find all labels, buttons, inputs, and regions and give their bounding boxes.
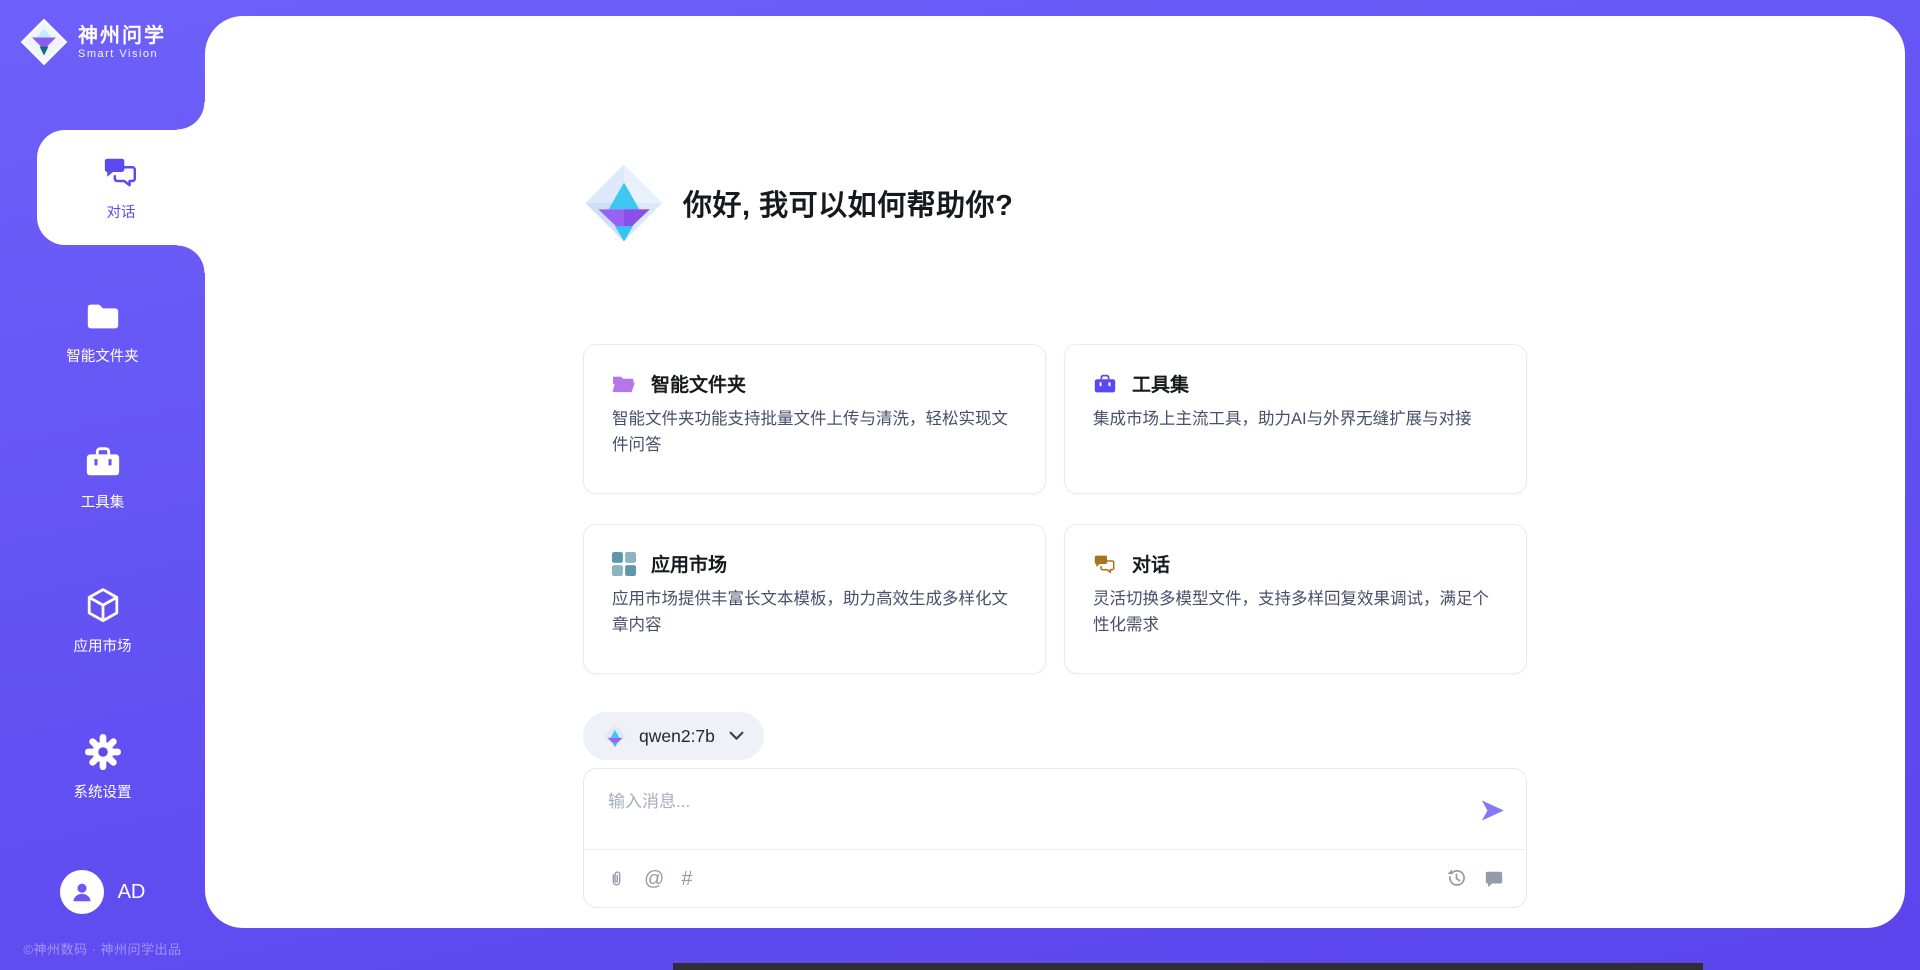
chat-bubble-icon (1484, 869, 1504, 889)
chevron-down-icon (729, 731, 744, 741)
diamond-gem-icon (603, 724, 627, 748)
folder-icon (84, 297, 122, 335)
card-title: 智能文件夹 (651, 370, 746, 397)
attachment-button[interactable] (606, 868, 627, 889)
toolbox-icon (1093, 372, 1117, 396)
toolbox-icon (84, 443, 122, 481)
model-selector[interactable]: qwen2:7b (583, 712, 764, 760)
brand-subtitle: Smart Vision (78, 48, 166, 60)
history-button[interactable] (1446, 868, 1467, 889)
copyright-text: ©神州数码 · 神州问学出品 (0, 939, 205, 958)
diamond-gem-icon (583, 162, 665, 244)
sidebar-item-label: 智能文件夹 (66, 345, 139, 366)
grid-icon (612, 552, 636, 576)
greeting-text: 你好, 我可以如何帮助你? (683, 182, 1013, 224)
message-composer: @ # (583, 768, 1527, 908)
card-toolset[interactable]: 工具集 集成市场上主流工具，助力AI与外界无缝扩展与对接 (1064, 344, 1527, 494)
sidebar-item-label: 系统设置 (74, 781, 132, 802)
card-title: 应用市场 (651, 550, 727, 577)
person-avatar-icon (69, 879, 95, 905)
sidebar-item-label: 对话 (107, 201, 136, 222)
sidebar-item-chat[interactable]: 对话 (37, 130, 205, 245)
mention-button[interactable]: @ (644, 869, 664, 889)
chat-bubbles-icon (1093, 552, 1117, 576)
diamond-gem-icon (20, 18, 68, 66)
user-account[interactable]: AD (0, 870, 205, 914)
avatar (60, 870, 104, 914)
brand-name: 神州问学 (78, 24, 166, 48)
card-description: 灵活切换多模型文件，支持多样回复效果调试，满足个性化需求 (1093, 587, 1498, 638)
sidebar-item-smart-folder[interactable]: 智能文件夹 (0, 274, 205, 389)
card-description: 智能文件夹功能支持批量文件上传与清洗，轻松实现文件问答 (612, 407, 1017, 458)
folder-open-icon (612, 372, 636, 396)
sidebar: 神州问学 Smart Vision 对话 智能文件夹 工具集 应用市场 (0, 0, 205, 970)
brand-logo: 神州问学 Smart Vision (20, 18, 166, 66)
bottom-window-edge (673, 963, 1703, 970)
cube-icon (84, 587, 122, 625)
feature-cards: 智能文件夹 智能文件夹功能支持批量文件上传与清洗，轻松实现文件问答 工具集 集成… (583, 344, 1527, 674)
send-icon[interactable] (1479, 797, 1506, 824)
sidebar-item-label: 应用市场 (74, 635, 132, 656)
card-title: 工具集 (1132, 370, 1189, 397)
card-app-market[interactable]: 应用市场 应用市场提供丰富长文本模板，助力高效生成多样化文章内容 (583, 524, 1046, 674)
user-name: AD (118, 881, 146, 904)
sidebar-item-settings[interactable]: 系统设置 (0, 710, 205, 825)
sidebar-item-label: 工具集 (81, 491, 125, 512)
sidebar-item-app-market[interactable]: 应用市场 (0, 564, 205, 679)
main-content: 你好, 我可以如何帮助你? 智能文件夹 智能文件夹功能支持批量文件上传与清洗，轻… (583, 16, 1527, 928)
history-clock-icon (1446, 868, 1467, 889)
card-description: 集成市场上主流工具，助力AI与外界无缝扩展与对接 (1093, 407, 1498, 433)
card-description: 应用市场提供丰富长文本模板，助力高效生成多样化文章内容 (612, 587, 1017, 638)
conversations-button[interactable] (1483, 868, 1504, 889)
card-chat[interactable]: 对话 灵活切换多模型文件，支持多样回复效果调试，满足个性化需求 (1064, 524, 1527, 674)
card-title: 对话 (1132, 550, 1170, 577)
topic-button[interactable]: # (681, 869, 692, 889)
paperclip-icon (607, 868, 626, 889)
message-input[interactable] (606, 785, 1456, 843)
model-name: qwen2:7b (639, 726, 715, 747)
main-panel: 你好, 我可以如何帮助你? 智能文件夹 智能文件夹功能支持批量文件上传与清洗，轻… (205, 16, 1905, 928)
card-smart-folder[interactable]: 智能文件夹 智能文件夹功能支持批量文件上传与清洗，轻松实现文件问答 (583, 344, 1046, 494)
chat-bubbles-icon (102, 153, 140, 191)
composer-toolbar: @ # (584, 850, 1526, 907)
sidebar-item-toolset[interactable]: 工具集 (0, 420, 205, 535)
gear-icon (84, 733, 122, 771)
greeting: 你好, 我可以如何帮助你? (583, 162, 1013, 244)
